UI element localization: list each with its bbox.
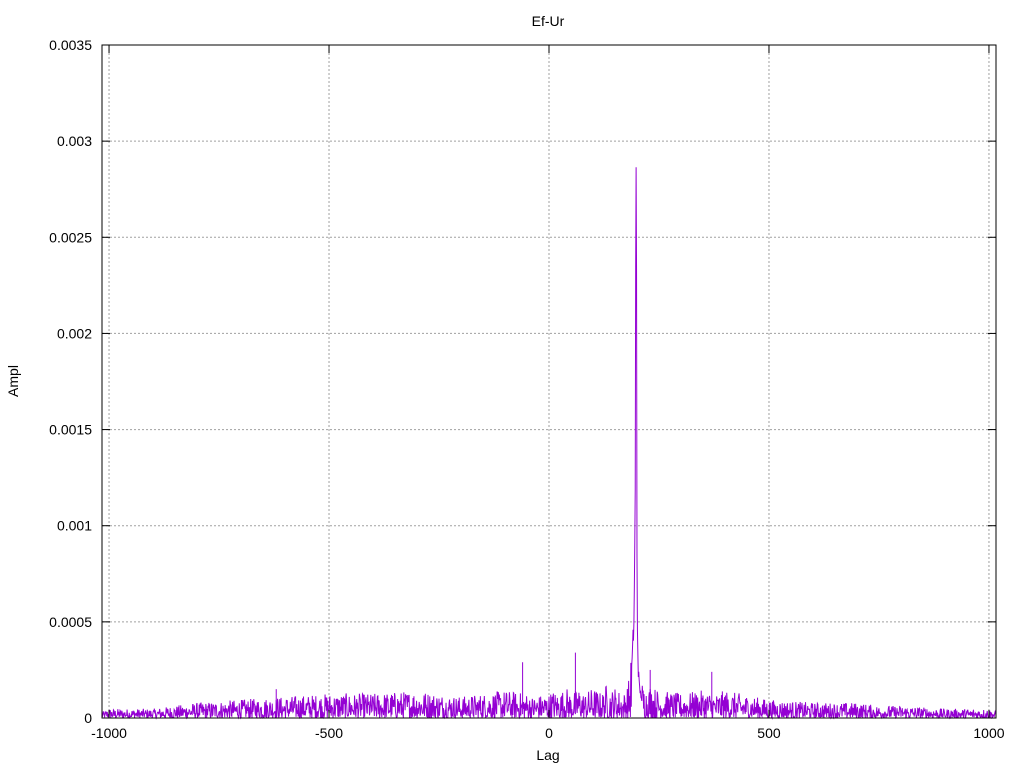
x-tick-label: -1000 xyxy=(91,725,127,741)
x-axis-label: Lag xyxy=(536,747,559,763)
axis-ticks: -1000 -500 0 500 1000 0 0.0005 0.001 0.0015 0.002… xyxy=(49,37,1005,741)
y-tick-label: 0.0035 xyxy=(49,37,92,53)
y-tick-label: 0.001 xyxy=(57,518,92,534)
y-tick-label: 0.0005 xyxy=(49,614,92,630)
y-tick-label: 0.0015 xyxy=(49,422,92,438)
y-tick-label: 0.0025 xyxy=(49,229,92,245)
grid-lines xyxy=(102,45,996,718)
y-tick-label: 0.002 xyxy=(57,325,92,341)
x-tick-label: 0 xyxy=(545,725,553,741)
chart-title: Ef-Ur xyxy=(532,13,565,29)
y-tick-label: 0.003 xyxy=(57,133,92,149)
x-tick-label: 500 xyxy=(757,725,781,741)
x-tick-label: -500 xyxy=(315,725,343,741)
chart: -1000 -500 0 500 1000 0 0.0005 0.001 0.0015 0.002… xyxy=(5,13,1005,763)
y-axis-label: Ampl xyxy=(5,365,21,397)
y-tick-label: 0 xyxy=(84,710,92,726)
x-tick-label: 1000 xyxy=(973,725,1004,741)
